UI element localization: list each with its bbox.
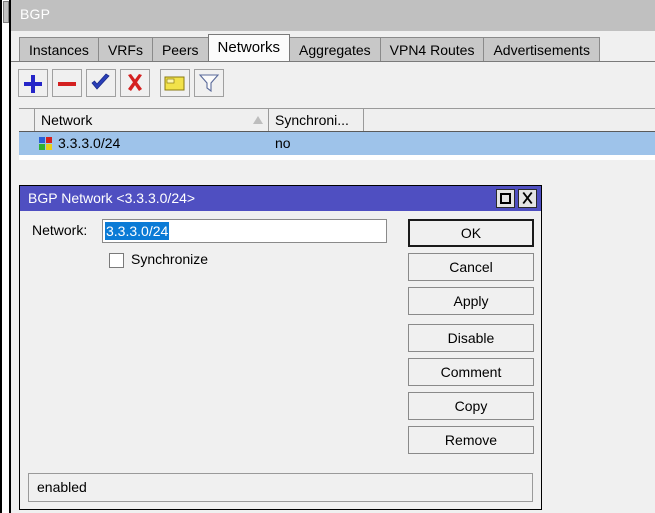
sort-ascending-icon [253,116,263,124]
tab-networks[interactable]: Networks [208,34,291,61]
close-icon[interactable] [518,189,537,208]
column-header-network-label: Network [41,112,92,128]
apply-button[interactable]: Apply [408,287,534,315]
table-header-row: Network Synchroni... [19,108,655,132]
row-spare-cell [364,132,655,155]
tab-vpn4-routes[interactable]: VPN4 Routes [380,37,485,61]
tab-strip: Instances VRFs Peers Networks Aggregates… [11,31,655,61]
bgp-window-frame: BGP Instances VRFs Peers Networks Aggreg… [10,0,655,513]
row-synchronize-value: no [269,132,364,155]
comment-button[interactable] [160,69,190,97]
network-input-value: 3.3.3.0/24 [105,222,169,240]
restore-icon[interactable] [496,189,515,208]
row-network-value: 3.3.3.0/24 [58,132,120,155]
column-header-synchronize[interactable]: Synchroni... [269,109,364,131]
tab-instances[interactable]: Instances [19,37,99,61]
dialog-status-bar: enabled [28,473,533,502]
filter-button[interactable] [194,69,224,97]
remove-button[interactable] [52,69,82,97]
dialog-status-text: enabled [37,479,87,495]
bgp-window: BGP Instances VRFs Peers Networks Aggreg… [0,0,655,513]
comment-button[interactable]: Comment [408,358,534,386]
dialog-title-bar[interactable]: BGP Network <3.3.3.0/24> [20,186,541,211]
network-label: Network: [32,222,87,238]
column-header-network[interactable]: Network [35,109,269,131]
network-input[interactable]: 3.3.3.0/24 [102,219,387,243]
networks-table: Network Synchroni... 3.3.3.0/24 no [19,108,655,160]
column-header-spare[interactable] [364,109,655,131]
window-title: BGP [20,6,50,22]
row-network-cell: 3.3.3.0/24 [35,132,269,155]
background-window-control[interactable] [3,1,9,23]
synchronize-field-row: Synchronize [20,251,400,271]
background-window-sliver [2,0,10,513]
disable-button[interactable] [120,69,150,97]
network-field-row: Network: 3.3.3.0/24 [20,219,400,243]
dialog-button-column: OK Cancel Apply Disable Comment Copy Rem… [408,219,534,460]
tab-aggregates[interactable]: Aggregates [289,37,381,61]
dialog-title: BGP Network <3.3.3.0/24> [28,190,195,206]
toolbar [11,61,655,108]
tab-peers[interactable]: Peers [152,37,209,61]
tab-advertisements[interactable]: Advertisements [483,37,599,61]
tab-vrfs[interactable]: VRFs [98,37,153,61]
bgp-network-dialog: BGP Network <3.3.3.0/24> Network: 3.3.3.… [19,185,542,510]
synchronize-checkbox[interactable] [109,253,124,268]
table-row[interactable]: 3.3.3.0/24 no [19,132,655,155]
remove-button[interactable]: Remove [408,426,534,454]
grid-icon [39,137,52,150]
synchronize-label: Synchronize [131,251,208,267]
add-button[interactable] [18,69,48,97]
enable-button[interactable] [86,69,116,97]
window-title-bar[interactable]: BGP [11,0,655,31]
ok-button[interactable]: OK [408,219,534,247]
row-flag-cell [19,132,35,155]
disable-button[interactable]: Disable [408,324,534,352]
copy-button[interactable]: Copy [408,392,534,420]
dialog-body: Network: 3.3.3.0/24 Synchronize OK Cance… [20,211,541,509]
column-header-flag[interactable] [19,109,35,131]
cancel-button[interactable]: Cancel [408,253,534,281]
